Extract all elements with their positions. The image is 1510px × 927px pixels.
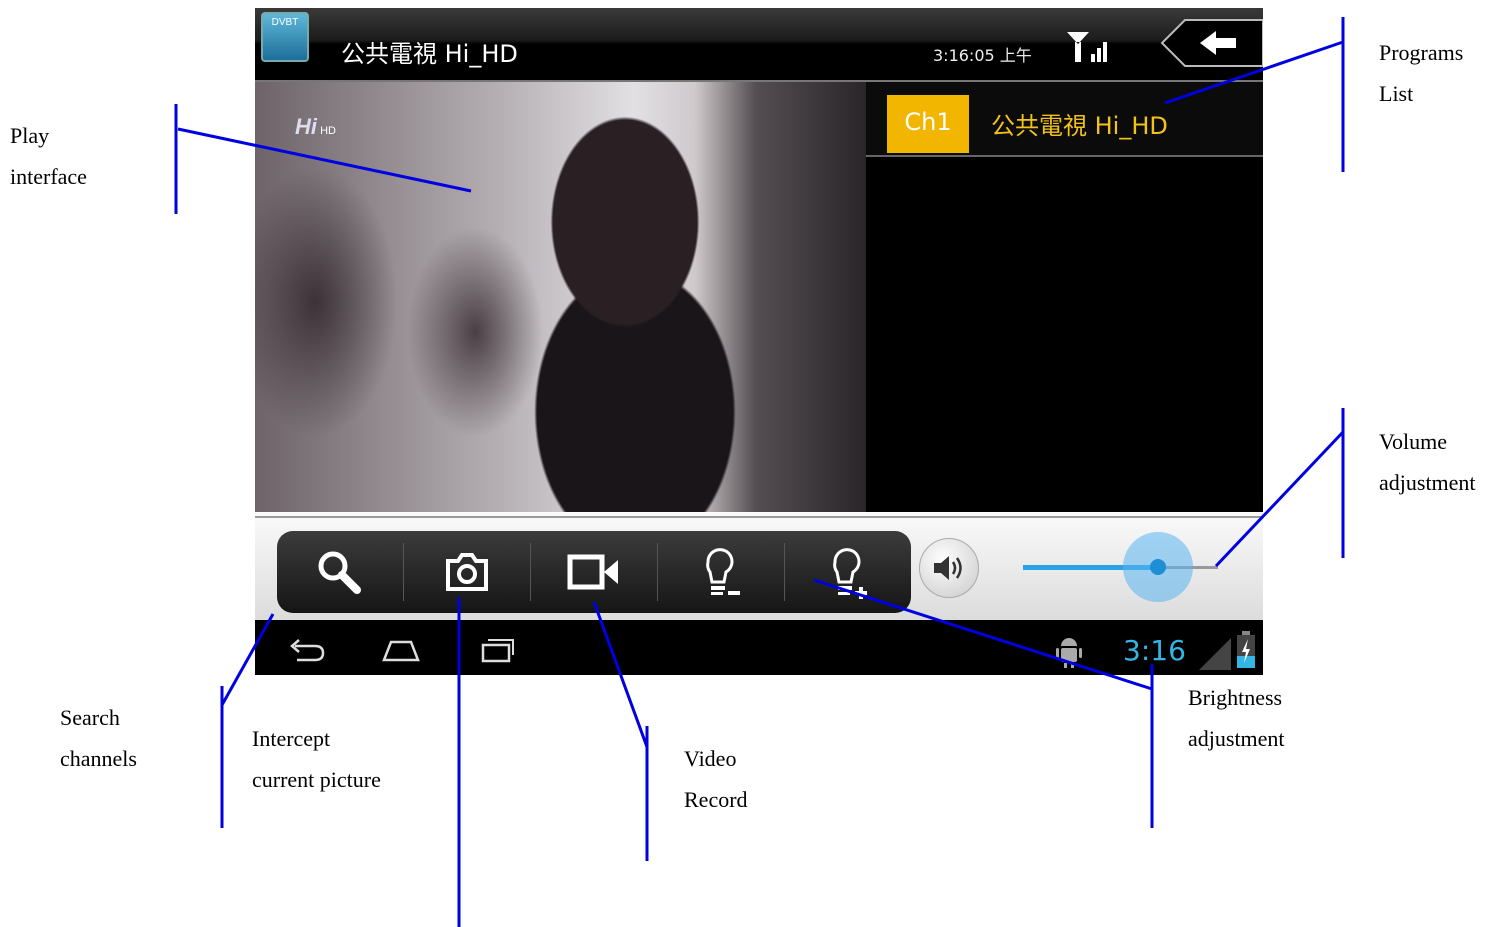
divider <box>255 516 1263 518</box>
annotation-line2: interface <box>10 164 87 189</box>
volume-button[interactable] <box>919 538 979 598</box>
search-icon <box>318 551 361 594</box>
search-channels-button[interactable] <box>277 531 403 613</box>
tv-app-screen: DVBT 公共電視 Hi_HD 3:16:05 上午 Hi HD Ch1 公共電… <box>255 8 1263 675</box>
annotation-intercept-picture: Intercept current picture <box>252 718 381 800</box>
annotation-line2: List <box>1379 81 1414 106</box>
camera-icon <box>446 553 488 591</box>
title-clock: 3:16:05 上午 <box>933 46 1032 65</box>
video-player[interactable]: Hi HD <box>255 82 866 512</box>
annotation-line1: Brightness <box>1188 685 1283 710</box>
android-nav-bar: 3:16 <box>255 620 1263 675</box>
app-icon-label: DVBT <box>271 17 299 28</box>
annotation-volume-adjustment: Volume adjustment <box>1379 421 1476 503</box>
annotation-line1: Intercept <box>252 726 331 751</box>
tool-panel <box>277 531 911 613</box>
program-name: 公共電視 Hi_HD <box>991 112 1168 140</box>
channel-logo-mark: Hi <box>295 114 317 139</box>
annotation-video-record: Video Record <box>684 738 748 820</box>
program-list-item[interactable]: Ch1 公共電視 Hi_HD <box>866 82 1263 155</box>
annotation-line2: current picture <box>252 767 381 792</box>
dvbt-app-icon: DVBT <box>261 12 309 62</box>
channel-title: 公共電視 Hi_HD <box>341 40 518 68</box>
volume-slider-thumb-center[interactable] <box>1150 559 1166 575</box>
annotation-search-channels: Search channels <box>60 697 137 779</box>
annotation-line2: channels <box>60 746 137 771</box>
battery-charging-icon <box>1237 631 1255 668</box>
recent-apps-icon[interactable] <box>479 636 515 664</box>
programs-list: Ch1 公共電視 Hi_HD <box>866 82 1263 512</box>
annotation-line2: adjustment <box>1188 726 1285 751</box>
brightness-up-icon <box>833 548 867 599</box>
annotation-line2: adjustment <box>1379 470 1476 495</box>
annotation-brightness-adjustment: Brightness adjustment <box>1188 677 1285 759</box>
speaker-icon <box>934 556 962 580</box>
annotation-line1: Programs <box>1379 40 1464 65</box>
annotation-programs-list: Programs List <box>1379 32 1463 114</box>
home-nav-icon[interactable] <box>381 638 421 664</box>
channel-logo-sub: HD <box>320 125 336 137</box>
annotation-line1: Video <box>684 746 737 771</box>
brightness-down-icon <box>706 548 740 595</box>
title-bar: DVBT 公共電視 Hi_HD 3:16:05 上午 <box>255 8 1263 80</box>
annotation-line1: Play <box>10 123 50 148</box>
annotation-line2: Record <box>684 787 748 812</box>
video-record-button[interactable] <box>531 531 657 613</box>
annotation-line1: Volume <box>1379 429 1448 454</box>
brightness-down-button[interactable] <box>658 531 784 613</box>
signal-strength-icon <box>1199 638 1231 670</box>
back-nav-icon[interactable] <box>287 636 327 664</box>
video-camera-icon <box>567 554 618 590</box>
status-clock: 3:16 <box>1123 634 1186 667</box>
signal-icon <box>1067 32 1107 62</box>
control-bar <box>255 512 1263 620</box>
channel-logo: Hi HD <box>295 114 336 140</box>
annotation-line1: Search <box>60 705 120 730</box>
channel-number-badge: Ch1 <box>887 95 969 153</box>
back-button[interactable] <box>1160 18 1263 68</box>
brightness-up-button[interactable] <box>785 531 911 613</box>
divider <box>866 155 1263 157</box>
capture-picture-button[interactable] <box>404 531 530 613</box>
android-debug-icon <box>1056 638 1082 668</box>
annotation-play-interface: Play interface <box>10 115 87 197</box>
